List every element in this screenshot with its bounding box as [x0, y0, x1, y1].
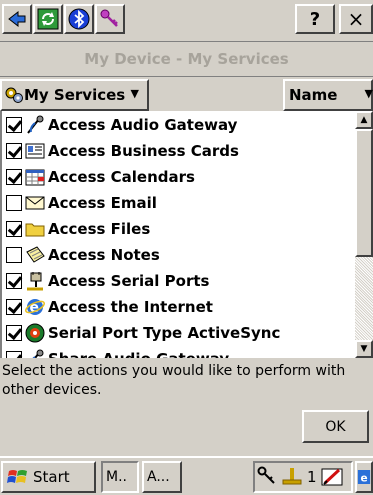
list-header: My Services ▼ Name ▼ — [0, 79, 373, 111]
services-list: Access Audio Gateway Access Business Card… — [0, 111, 355, 358]
toolbar: ? × — [0, 0, 373, 40]
list-item[interactable]: Access Notes — [2, 242, 355, 268]
service-label: Access Files — [48, 220, 151, 238]
bluetooth-icon — [68, 8, 90, 30]
pen-tray-icon[interactable] — [321, 466, 345, 488]
list-item[interactable]: Share Audio Gateway — [2, 346, 355, 358]
service-checkbox[interactable] — [6, 299, 22, 315]
service-label: Share Audio Gateway — [48, 350, 229, 358]
services-dropdown-label: My Services — [24, 86, 126, 104]
service-checkbox[interactable] — [6, 195, 22, 211]
service-checkbox[interactable] — [6, 325, 22, 341]
scroll-down-button[interactable]: ▼ — [355, 340, 373, 358]
close-icon: × — [347, 7, 365, 31]
scroll-up-button[interactable]: ▲ — [355, 111, 373, 129]
taskbar: Start M.. A... 1 e — [0, 456, 373, 495]
list-item[interactable]: Access Business Cards — [2, 138, 355, 164]
taskbar-task-access[interactable]: A... — [142, 461, 182, 493]
list-item[interactable]: e Access the Internet — [2, 294, 355, 320]
list-scrollbar[interactable]: ▲ ▼ — [355, 111, 373, 358]
sort-name-column[interactable]: Name ▼ — [283, 79, 373, 111]
service-label: Access Email — [48, 194, 157, 212]
service-checkbox[interactable] — [6, 247, 22, 263]
service-label: Access Notes — [48, 246, 160, 264]
activesync-icon — [24, 323, 46, 343]
start-button[interactable]: Start — [1, 461, 96, 493]
list-item[interactable]: Access Serial Ports — [2, 268, 355, 294]
key-icon — [100, 9, 118, 27]
sort-name-label: Name — [289, 86, 338, 104]
service-checkbox[interactable] — [6, 351, 22, 358]
internet-explorer-tray-button[interactable]: e — [355, 461, 373, 493]
system-tray: 1 — [253, 461, 353, 493]
list-item[interactable]: Access Calendars — [2, 164, 355, 190]
services-dropdown[interactable]: My Services ▼ — [0, 79, 149, 111]
service-checkbox[interactable] — [6, 143, 22, 159]
back-arrow-icon — [8, 10, 26, 28]
service-label: Access Serial Ports — [48, 272, 210, 290]
headset-icon — [24, 349, 46, 358]
service-label: Access Business Cards — [48, 142, 239, 160]
notepad-icon — [24, 245, 46, 265]
service-checkbox[interactable] — [6, 273, 22, 289]
network-tray-icon[interactable] — [281, 466, 303, 488]
serial-plug-icon — [24, 271, 46, 291]
folder-icon — [24, 219, 46, 239]
page-title: My Device - My Services — [0, 41, 373, 77]
windows-flag-icon — [7, 470, 27, 483]
list-item[interactable]: Access Audio Gateway — [2, 112, 355, 138]
scroll-thumb[interactable] — [355, 129, 373, 257]
internet-explorer-icon: e — [357, 470, 371, 484]
service-label: Access Audio Gateway — [48, 116, 238, 134]
ok-button[interactable]: OK — [302, 410, 369, 443]
key-button[interactable] — [95, 4, 125, 34]
chevron-down-icon: ▼ — [130, 87, 139, 100]
chevron-down-icon: ▼ — [364, 87, 373, 100]
close-button[interactable]: × — [339, 4, 373, 34]
headset-icon — [24, 115, 46, 135]
calendar-icon — [24, 167, 46, 187]
list-item[interactable]: Access Files — [2, 216, 355, 242]
start-label: Start — [33, 468, 70, 486]
list-item[interactable]: Access Email — [2, 190, 355, 216]
list-item[interactable]: Serial Port Type ActiveSync — [2, 320, 355, 346]
svg-text:e: e — [361, 472, 368, 484]
internet-explorer-icon: e — [24, 297, 46, 317]
taskbar-task-my-device[interactable]: M.. — [101, 461, 139, 493]
bluetooth-button[interactable] — [64, 4, 94, 34]
service-checkbox[interactable] — [6, 169, 22, 185]
service-label: Access Calendars — [48, 168, 195, 186]
back-arrow-button[interactable] — [2, 4, 32, 34]
refresh-button[interactable] — [33, 4, 63, 34]
envelope-icon — [24, 193, 46, 213]
service-checkbox[interactable] — [6, 221, 22, 237]
services-gears-icon — [5, 87, 23, 103]
key-tray-icon[interactable] — [257, 466, 277, 488]
help-button[interactable]: ? — [295, 4, 335, 34]
service-label: Access the Internet — [48, 298, 213, 316]
service-checkbox[interactable] — [6, 117, 22, 133]
help-label: ? — [309, 8, 321, 30]
tray-number: 1 — [307, 468, 317, 486]
service-label: Serial Port Type ActiveSync — [48, 324, 281, 342]
refresh-icon — [37, 8, 59, 30]
instruction-text: Select the actions you would like to per… — [2, 363, 346, 398]
business-card-icon — [24, 141, 46, 161]
